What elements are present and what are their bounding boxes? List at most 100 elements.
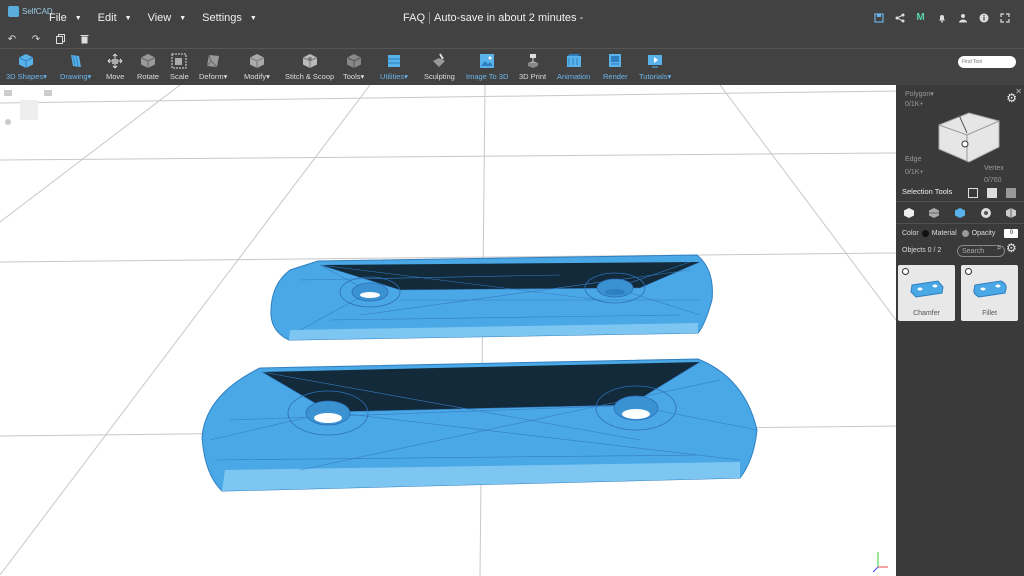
tutorials-icon (648, 55, 663, 68)
stitch-icon (302, 54, 317, 68)
color-label: Color (902, 230, 919, 237)
faq-link[interactable]: FAQ (403, 12, 425, 24)
quick-actions: ↶ ↷ (0, 31, 1024, 48)
tool-tutorials[interactable]: Tutorials▾ (639, 53, 671, 81)
printer-icon (527, 54, 538, 68)
tool-tools[interactable]: Tools▾ (343, 53, 364, 81)
chevron-down-icon: ▼ (74, 14, 82, 22)
tool-utilities[interactable]: Utilities▾ (380, 53, 408, 81)
tool-deform[interactable]: Deform▾ (199, 53, 227, 81)
title-divider (429, 12, 431, 24)
m-icon[interactable]: M (915, 12, 926, 23)
tool-render[interactable]: Render (603, 53, 628, 81)
bell-icon[interactable] (936, 12, 947, 23)
vertex-mode-icon[interactable] (980, 207, 992, 219)
scene-canvas[interactable] (0, 85, 896, 576)
tool-modify[interactable]: Modify▾ (244, 53, 270, 81)
tool-deform-label: Deform▾ (199, 72, 228, 81)
fullscreen-icon[interactable] (999, 12, 1010, 23)
object-card-chamfer[interactable]: Chamfer (898, 265, 955, 321)
tool-rotate-label: Rotate (137, 72, 160, 81)
info-icon[interactable] (978, 12, 989, 23)
tool-scale[interactable]: Scale (170, 53, 189, 81)
objects-settings-gear-icon[interactable]: ⚙ (1006, 241, 1017, 255)
undo-icon[interactable]: ↶ (6, 34, 18, 46)
3d-viewport[interactable] (0, 85, 896, 576)
view-nav-icon[interactable] (4, 90, 52, 125)
vertex-count: 0/760 (984, 177, 1002, 184)
polygon-label: Polygon (905, 91, 931, 98)
tool-image-to-3d-label: Image To 3D (466, 72, 509, 81)
scale-icon (171, 53, 187, 69)
menu-edit[interactable]: Edit ▼ (98, 12, 132, 24)
visibility-toggle-icon[interactable] (902, 268, 909, 275)
polygon-mode-icon[interactable] (928, 207, 940, 219)
edge-mode-icon[interactable] (1005, 207, 1017, 219)
sculpting-icon (433, 53, 446, 67)
tool-animation[interactable]: Animation (557, 53, 590, 81)
visibility-toggle-icon[interactable] (965, 268, 972, 275)
tool-rotate[interactable]: Rotate (137, 53, 159, 81)
cube-icon (19, 54, 34, 68)
menu-view-label: View (147, 12, 172, 24)
axis-gizmo-icon (872, 552, 888, 573)
face-mode-icon[interactable] (954, 207, 966, 219)
user-icon[interactable] (957, 12, 968, 23)
color-swatch[interactable] (921, 230, 929, 237)
object-mode-icon[interactable] (903, 207, 915, 219)
gear-icon[interactable]: ⚙ (1006, 91, 1017, 105)
chamfer-object[interactable] (270, 254, 713, 341)
tool-label-text: Modify (244, 72, 267, 81)
tools-icon (346, 54, 361, 68)
tool-sculpting[interactable]: Sculpting (424, 53, 455, 81)
copy-icon[interactable] (54, 34, 66, 46)
main-menu: File ▼ Edit ▼ View ▼ Settings ▼ (49, 12, 273, 24)
menu-settings[interactable]: Settings ▼ (202, 12, 257, 24)
autosave-status[interactable]: Auto-save in about 2 minutes - (434, 12, 583, 24)
menu-file[interactable]: File ▼ (49, 12, 82, 24)
tool-drawing-label: Drawing▾ (60, 72, 92, 81)
redo-icon[interactable]: ↷ (30, 34, 42, 46)
menu-view[interactable]: View ▼ (148, 12, 187, 24)
save-icon[interactable] (873, 12, 884, 23)
tool-modify-label: Modify▾ (244, 72, 270, 81)
rotate-icon (140, 54, 156, 68)
search-icon[interactable]: ⌕ (997, 243, 1001, 253)
color-material-row: Color Material Opacity 0 (902, 229, 1019, 238)
trash-icon[interactable] (78, 34, 90, 46)
animation-icon (566, 54, 581, 67)
page-title: FAQ Auto-save in about 2 minutes - (403, 12, 583, 24)
app-logo[interactable]: SelfCAD (8, 6, 53, 17)
tool-sculpting-label: Sculpting (424, 72, 455, 81)
paint-select-icon[interactable] (987, 188, 997, 198)
selection-cube-icon[interactable] (934, 107, 1004, 167)
tool-3d-print[interactable]: 3D Print (519, 53, 546, 81)
tool-label-text: Utilities (380, 72, 405, 81)
move-icon (107, 53, 123, 69)
box-select-icon[interactable] (968, 188, 978, 198)
tool-stitch-scoop[interactable]: Stitch & Scoop (285, 53, 334, 81)
find-tool-input[interactable] (958, 56, 1016, 68)
objects-count: Objects 0 / 2 (902, 247, 942, 254)
object-select-icon[interactable] (1006, 188, 1016, 198)
logo-mark-icon (8, 6, 19, 17)
drawing-icon (70, 55, 81, 67)
opacity-label: Opacity (971, 230, 996, 237)
opacity-icon (961, 230, 969, 237)
fillet-object[interactable] (201, 358, 758, 492)
tool-3d-shapes-label: 3D Shapes▾ (6, 72, 47, 81)
share-icon[interactable] (894, 12, 905, 23)
tool-3d-shapes[interactable]: 3D Shapes▾ (6, 53, 47, 81)
menu-file-label: File (49, 12, 67, 24)
tool-image-to-3d[interactable]: Image To 3D (466, 53, 508, 81)
object-card-fillet[interactable]: Fillet (961, 265, 1018, 321)
edge-label: Edge (905, 156, 922, 163)
tool-move[interactable]: Move (106, 53, 124, 81)
opacity-input[interactable]: 0 (1004, 229, 1019, 238)
material-label[interactable]: Material (932, 230, 957, 237)
tool-drawing[interactable]: Drawing▾ (60, 53, 91, 81)
polygon-mode-selector[interactable]: Polygon▾ (905, 90, 934, 98)
chevron-down-icon: ▼ (249, 14, 257, 22)
tool-animation-label: Animation (557, 72, 591, 81)
selection-tools-label: Selection Tools (902, 187, 953, 196)
